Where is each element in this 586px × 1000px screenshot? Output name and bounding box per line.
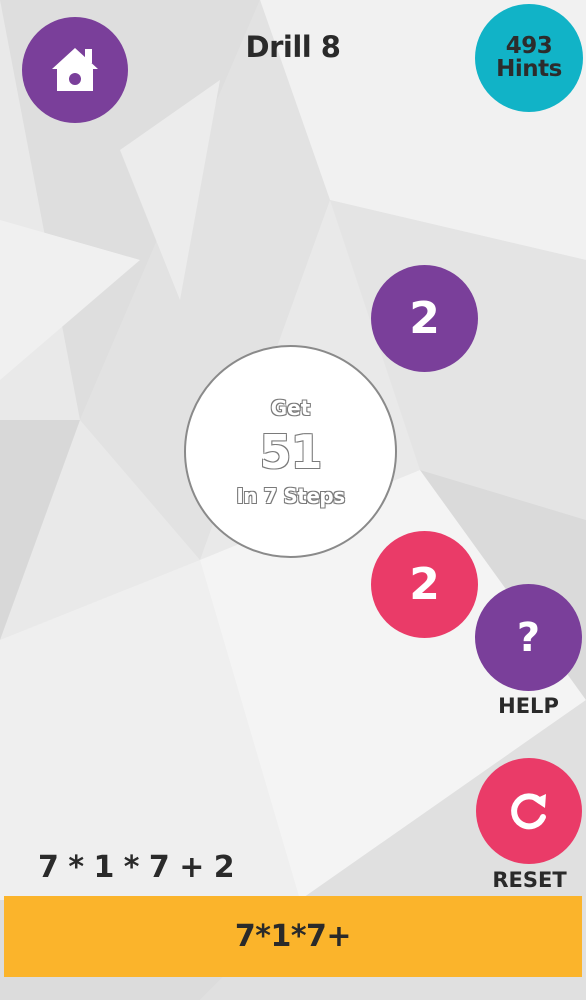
- target-number: 51: [259, 424, 322, 479]
- current-expression-text: 7*1*7+: [234, 919, 352, 954]
- refresh-icon: [504, 786, 554, 836]
- current-expression-bar: 7*1*7+: [4, 896, 582, 977]
- reset-button[interactable]: [476, 758, 582, 864]
- target-steps: In 7 Steps: [236, 483, 345, 508]
- number-tile[interactable]: 2: [371, 265, 478, 372]
- question-icon: ?: [516, 614, 541, 661]
- hints-label: Hints: [496, 56, 562, 82]
- target-circle: Get 51 In 7 Steps: [184, 345, 397, 558]
- help-label: HELP: [498, 694, 559, 718]
- hints-button[interactable]: 493 Hints: [475, 4, 583, 112]
- target-prefix: Get: [270, 395, 311, 420]
- hints-count: 493: [505, 33, 553, 59]
- help-button[interactable]: ?: [475, 584, 582, 691]
- reset-label: RESET: [492, 868, 567, 892]
- number-tile[interactable]: 2: [371, 531, 478, 638]
- expression-display: 7 * 1 * 7 + 2: [38, 850, 235, 885]
